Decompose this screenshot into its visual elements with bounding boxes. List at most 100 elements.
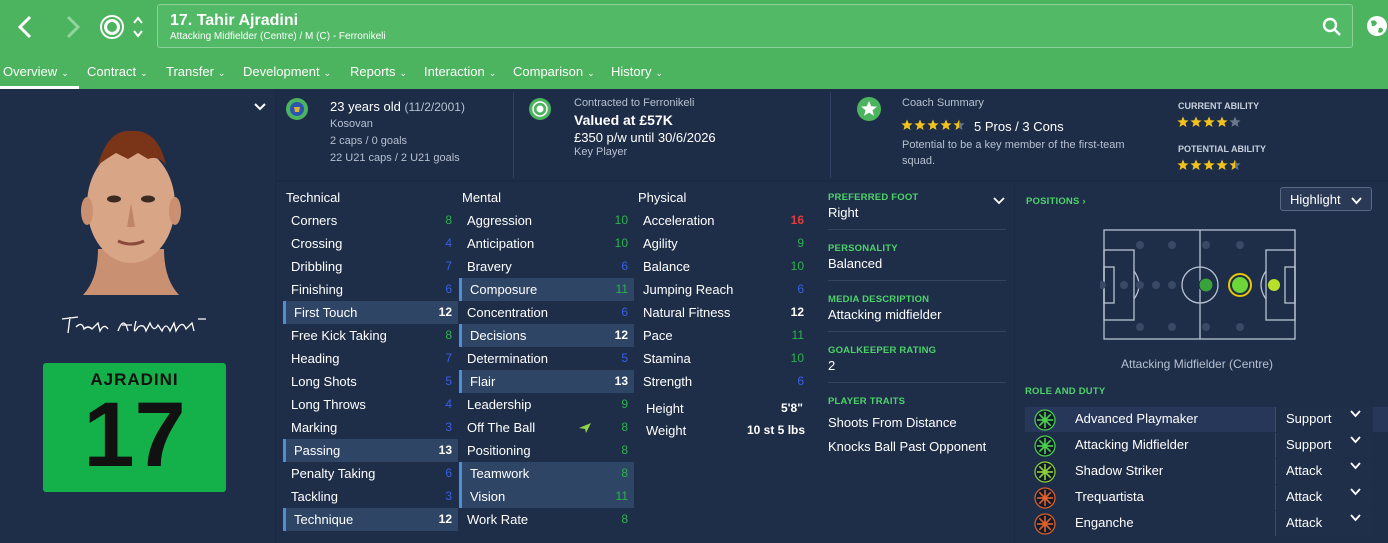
role-row[interactable]: Advanced Playmaker Support bbox=[1025, 407, 1388, 432]
duty-dropdown[interactable]: Attack bbox=[1275, 485, 1373, 510]
attr-value: 4 bbox=[445, 397, 452, 411]
role-name: Enganche bbox=[1075, 515, 1134, 530]
kit-shirt: AJRADINI 17 bbox=[43, 363, 226, 492]
star-icon bbox=[1177, 159, 1189, 170]
tab-interaction[interactable]: Interaction ⌄ bbox=[424, 64, 496, 79]
chevron-down-icon bbox=[1351, 193, 1362, 208]
tech-attr-row: Heading 7 bbox=[283, 347, 458, 370]
chevron-down-icon[interactable] bbox=[254, 99, 266, 117]
role-name: Attacking Midfielder bbox=[1075, 437, 1189, 452]
current-ability-stars bbox=[1177, 115, 1242, 133]
tab-label: History bbox=[611, 64, 652, 79]
attr-value: 4 bbox=[445, 236, 452, 250]
attr-name: Passing bbox=[294, 443, 341, 458]
tab-transfer[interactable]: Transfer ⌄ bbox=[166, 64, 225, 79]
tab-development[interactable]: Development ⌄ bbox=[243, 64, 331, 79]
mental-attr-row: Leadership 9 bbox=[459, 393, 634, 416]
tab-contract[interactable]: Contract ⌄ bbox=[87, 64, 148, 79]
chevron-down-icon bbox=[1350, 513, 1361, 525]
tab-comparison[interactable]: Comparison ⌄ bbox=[513, 64, 595, 79]
attr-name: Dribbling bbox=[291, 259, 343, 274]
duty-dropdown[interactable]: Support bbox=[1275, 407, 1373, 432]
coach-summary-heading: Coach Summary bbox=[902, 97, 984, 109]
attr-name: Natural Fitness bbox=[643, 305, 731, 320]
attr-value: 6 bbox=[797, 374, 804, 388]
role-row[interactable]: Enganche Attack bbox=[1025, 511, 1388, 536]
attr-value: 16 bbox=[790, 213, 804, 227]
tech-attr-row: Marking 3 bbox=[283, 416, 458, 439]
duty-dropdown[interactable]: Support bbox=[1275, 433, 1373, 458]
role-row[interactable]: Attacking Midfielder Support bbox=[1025, 433, 1388, 458]
personality: Balanced bbox=[828, 256, 883, 271]
goalkeeper-rating-label: GOALKEEPER RATING bbox=[828, 345, 937, 356]
chevron-right-icon: › bbox=[1082, 196, 1086, 207]
highlight-dropdown[interactable]: Highlight bbox=[1280, 187, 1372, 211]
tab-history[interactable]: History ⌄ bbox=[611, 64, 663, 79]
physical-heading: Physical bbox=[638, 190, 687, 205]
attr-value: 11 bbox=[615, 489, 628, 503]
duty-value: Attack bbox=[1286, 489, 1323, 504]
attr-value: 10 bbox=[614, 213, 628, 227]
search-icon[interactable] bbox=[1322, 17, 1342, 42]
menu-bar: Overview ⌄ Contract ⌄ Transfer ⌄ Developmen… bbox=[0, 54, 1388, 89]
forward-icon[interactable] bbox=[58, 10, 88, 44]
role-name: Trequartista bbox=[1075, 489, 1144, 504]
attr-value: 5 bbox=[445, 374, 452, 388]
duty-dropdown[interactable]: Attack bbox=[1275, 459, 1373, 484]
attr-name: Marking bbox=[291, 420, 338, 435]
chevron-down-icon bbox=[1350, 461, 1361, 473]
phys-attr-row: Pace 11 bbox=[635, 324, 810, 347]
globe-icon[interactable] bbox=[1366, 15, 1388, 42]
chevron-down-icon[interactable] bbox=[993, 193, 1005, 211]
role-name: Advanced Playmaker bbox=[1075, 411, 1198, 426]
star-icon bbox=[940, 119, 952, 130]
pitch-diagram bbox=[1098, 227, 1300, 348]
page-subtitle: Attacking Midfielder (Centre) / M (C) - … bbox=[170, 31, 386, 42]
phys-attr-row: Natural Fitness 12 bbox=[635, 301, 810, 324]
role-suitability-icon bbox=[1034, 461, 1056, 488]
mental-heading: Mental bbox=[462, 190, 502, 205]
star-icon bbox=[927, 119, 939, 130]
attr-value: 3 bbox=[445, 420, 452, 434]
attr-value: 8 bbox=[621, 443, 628, 457]
wage-info: £350 p/w until 30/6/2026 bbox=[574, 130, 716, 145]
phys-attr-row: Balance 10 bbox=[635, 255, 810, 278]
attr-value: 11 bbox=[615, 282, 628, 296]
attr-name: Bravery bbox=[467, 259, 512, 274]
star-icon bbox=[901, 119, 913, 130]
role-row[interactable]: Trequartista Attack bbox=[1025, 485, 1388, 510]
date-of-birth: (11/2/2001) bbox=[404, 100, 465, 114]
player-traits-label: PLAYER TRAITS bbox=[828, 396, 906, 407]
attr-name: First Touch bbox=[294, 305, 358, 320]
tech-attr-row: Penalty Taking 6 bbox=[283, 462, 458, 485]
player-face-avatar bbox=[78, 129, 184, 302]
club-badge-icon[interactable] bbox=[98, 10, 126, 44]
attr-name: Finishing bbox=[291, 282, 344, 297]
attr-value: 9 bbox=[797, 236, 804, 250]
tab-reports[interactable]: Reports ⌄ bbox=[350, 64, 407, 79]
tab-label: Overview bbox=[3, 64, 58, 79]
weight-label: Weight bbox=[646, 423, 687, 438]
player-value: Valued at £57K bbox=[574, 112, 673, 128]
phys-attr-row: Strength 6 bbox=[635, 370, 810, 393]
tech-attr-row: Crossing 4 bbox=[283, 232, 458, 255]
back-icon[interactable] bbox=[10, 10, 40, 44]
chevron-down-icon: ⌄ bbox=[488, 68, 497, 78]
age: 23 years old (11/2/2001) bbox=[330, 99, 465, 114]
tab-label: Contract bbox=[87, 64, 137, 79]
weight-value: 10 st 5 lbs bbox=[747, 423, 806, 437]
tech-attr-row: Long Throws 4 bbox=[283, 393, 458, 416]
role-row[interactable]: Shadow Striker Attack bbox=[1025, 459, 1388, 484]
media-description: Attacking midfielder bbox=[828, 307, 942, 322]
tab-label: Transfer bbox=[166, 64, 214, 79]
tab-overview[interactable]: Overview ⌄ bbox=[3, 64, 69, 79]
tab-label: Reports bbox=[350, 64, 396, 79]
attr-value: 12 bbox=[438, 305, 452, 319]
duty-dropdown[interactable]: Attack bbox=[1275, 511, 1373, 536]
mental-attr-row: Determination 5 bbox=[459, 347, 634, 370]
attr-value: 6 bbox=[445, 282, 452, 296]
positions-link[interactable]: POSITIONS › bbox=[1026, 196, 1086, 207]
club-switch-icon[interactable] bbox=[130, 10, 146, 44]
chevron-down-icon: ⌄ bbox=[140, 68, 148, 78]
duty-value: Attack bbox=[1286, 463, 1323, 478]
